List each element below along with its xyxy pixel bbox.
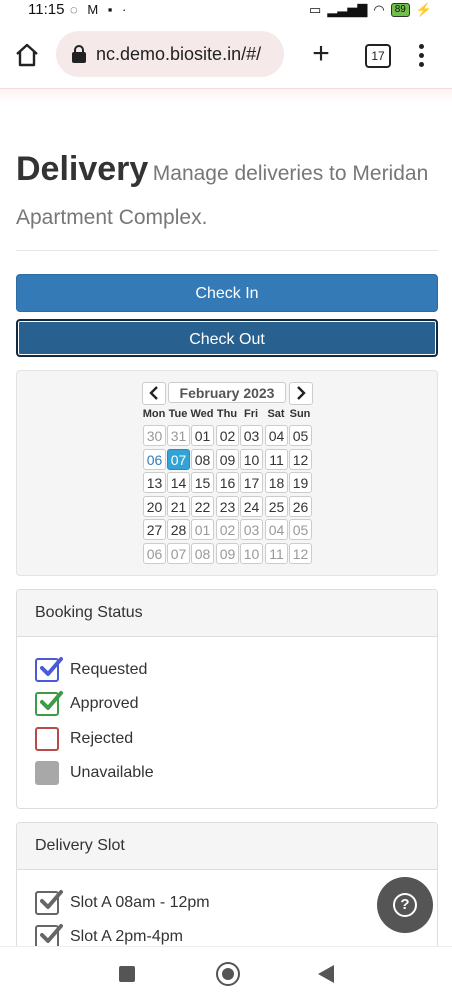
checked-checkbox-icon[interactable] [35,890,63,915]
header-divider [16,250,438,251]
status-legend-label: Requested [70,661,148,678]
calendar-day[interactable]: 26 [289,495,312,517]
weekday-label: Tue [168,408,188,420]
calendar-day[interactable]: 27 [143,519,166,540]
calendar-day[interactable]: 14 [167,472,190,493]
lock-icon [72,45,86,63]
calendar-day[interactable]: 31 [167,425,190,446]
weekday-label: Sat [267,408,285,420]
calendar-day[interactable]: 05 [289,425,312,446]
weekday-label: Mon [142,408,166,420]
calendar-day[interactable]: 05 [289,519,312,540]
page-top-edge [0,88,452,105]
calendar-day[interactable]: 08 [191,448,214,470]
calendar-day[interactable]: 23 [216,495,239,517]
checked-checkbox-icon[interactable] [35,657,63,682]
calendar-day[interactable]: 09 [216,448,239,470]
calendar-day[interactable]: 06 [143,448,166,470]
calendar-day[interactable]: 04 [265,425,288,446]
wifi-icon: ◠ [373,2,385,17]
new-tab-plus-icon[interactable]: + [307,39,335,69]
calendar-day[interactable]: 10 [240,448,263,470]
calendar-day[interactable]: 18 [265,472,288,493]
notification-icons: ◌ M ▪ · [70,2,130,17]
calendar-day[interactable]: 01 [191,519,214,540]
system-icons: ▭ ▂▃▅▇ ◠ 89 ⚡ [309,2,432,18]
chevron-left-icon [149,386,158,400]
calendar-day[interactable]: 04 [265,519,288,540]
delivery-slot-label: Slot A 08am - 12pm [70,894,210,911]
status-legend-label: Approved [70,695,139,713]
calendar-day[interactable]: 25 [265,495,288,517]
calendar-day[interactable]: 20 [143,495,166,517]
calendar-day[interactable]: 28 [167,519,190,540]
battery-icon: 89 [390,3,410,17]
page-title: Delivery [16,150,149,188]
calendar-day[interactable]: 03 [240,519,263,540]
url-text: nc.demo.biosite.in/#/ [96,44,262,64]
checked-checkbox-icon[interactable] [35,691,63,717]
calendar-day[interactable]: 17 [240,472,263,493]
help-button[interactable]: ? [377,877,433,933]
overflow-menu-icon[interactable] [418,44,426,68]
status-legend-label: Rejected [70,729,134,747]
recents-icon[interactable] [119,966,135,982]
checkbox-icon[interactable] [35,726,59,751]
calendar-day[interactable]: 30 [143,425,166,446]
calendar-day[interactable]: 02 [216,425,239,446]
weekday-label: Sun [289,408,311,420]
charging-icon: ⚡ [415,2,432,17]
calendar-prev-button[interactable] [142,382,166,405]
calendar-day[interactable]: 08 [191,542,214,564]
calendar-month-label[interactable]: February 2023 [168,382,286,403]
calendar-day[interactable]: 07 [167,448,190,470]
status-time: 11:15 [28,1,65,18]
booking-status-panel: Booking Status Requested Approved Rejected… [16,589,438,809]
calendar-day[interactable]: 15 [191,472,214,493]
status-legend-label: Unavailable [70,763,154,781]
page-header: Delivery Manage deliveries to Meridan Ap… [16,148,436,241]
back-icon[interactable] [318,965,334,983]
calendar-day[interactable]: 01 [191,425,214,446]
calendar-day[interactable]: 10 [240,542,263,564]
address-bar[interactable]: nc.demo.biosite.in/#/ [56,31,284,77]
check-out-button[interactable]: Check Out [16,319,438,357]
status-bar: 11:15 ◌ M ▪ · ▭ ▂▃▅▇ ◠ 89 ⚡ [0,0,452,22]
home-nav-icon[interactable] [216,962,240,986]
browser-toolbar: nc.demo.biosite.in/#/ + 17 [0,22,452,88]
calendar-day[interactable]: 02 [216,519,239,540]
calendar-day[interactable]: 07 [167,542,190,564]
calendar-day[interactable]: 24 [240,495,263,517]
signal-icon: ▂▃▅▇ [327,2,368,17]
calendar-day[interactable]: 03 [240,425,263,446]
check-in-button[interactable]: Check In [16,274,438,312]
calendar-day[interactable]: 16 [216,472,239,493]
chevron-right-icon [297,386,306,400]
calendar-day[interactable]: 06 [143,542,166,564]
calendar-day[interactable]: 21 [167,495,190,517]
calendar-day[interactable]: 19 [289,472,312,493]
calendar-day[interactable]: 12 [289,448,312,470]
calendar-day[interactable]: 09 [216,542,239,564]
calendar-day[interactable]: 12 [289,542,312,564]
briefcase-icon: ▭ [309,2,322,17]
system-nav-bar [0,946,452,994]
calendar-next-button[interactable] [289,382,313,405]
question-icon: ? [393,893,417,917]
weekday-label: Thu [216,408,238,420]
delivery-slot-label: Slot A 2pm-4pm [70,928,183,945]
weekday-label: Wed [190,408,214,420]
delivery-slot-panel: Delivery Slot Slot A 08am - 12pm Slot A 2… [16,822,438,962]
checkbox-icon[interactable] [35,760,59,785]
delivery-slot-heading: Delivery Slot [17,823,437,870]
home-icon[interactable] [14,42,40,68]
calendar-day[interactable]: 13 [143,472,166,493]
tab-switcher-button[interactable]: 17 [365,44,391,68]
calendar-day[interactable]: 22 [191,495,214,517]
weekday-label: Fri [243,408,259,420]
booking-status-heading: Booking Status [17,590,437,637]
calendar-day[interactable]: 11 [265,542,288,564]
calendar-day[interactable]: 11 [265,448,288,470]
